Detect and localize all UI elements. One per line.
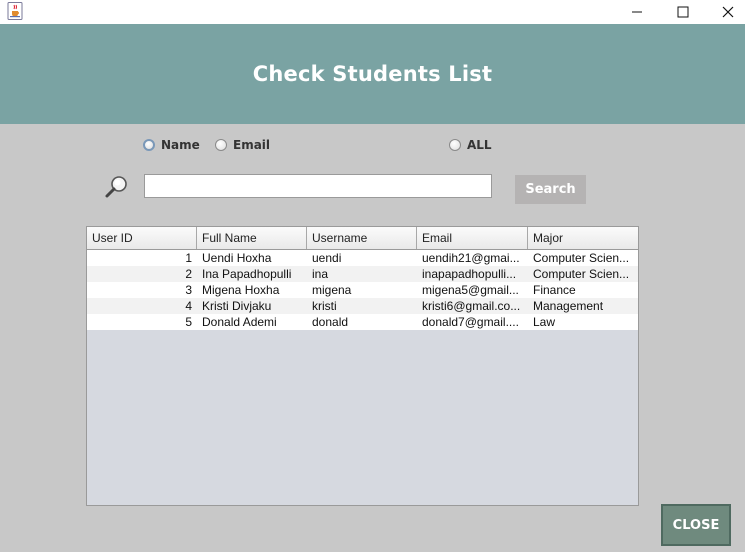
column-header[interactable]: User ID: [87, 227, 197, 249]
cell-username: ina: [312, 267, 329, 281]
table-row[interactable]: 1 Uendi Hoxha uendi uendih21@gmai... Com…: [87, 250, 638, 266]
cell-username: kristi: [312, 299, 337, 313]
filter-email-radio[interactable]: Email: [215, 138, 270, 152]
table-row[interactable]: 2 Ina Papadhopulli ina inapapadhopulli..…: [87, 266, 638, 282]
table-row[interactable]: 5 Donald Ademi donald donald7@gmail.... …: [87, 314, 638, 330]
cell-user-id: 5: [185, 315, 192, 329]
cell-email: migena5@gmail...: [422, 283, 519, 297]
search-icon: [104, 174, 130, 200]
radio-indicator: [215, 139, 227, 151]
column-header[interactable]: Email: [417, 227, 528, 249]
java-app-icon: [7, 2, 23, 20]
filter-all-label: ALL: [467, 138, 492, 152]
table-row[interactable]: 3 Migena Hoxha migena migena5@gmail... F…: [87, 282, 638, 298]
search-button[interactable]: Search: [515, 175, 586, 204]
filter-all-radio[interactable]: ALL: [449, 138, 492, 152]
cell-email: kristi6@gmail.co...: [422, 299, 521, 313]
page-title: Check Students List: [252, 62, 493, 86]
radio-indicator: [143, 139, 155, 151]
table-row[interactable]: 4 Kristi Divjaku kristi kristi6@gmail.co…: [87, 298, 638, 314]
cell-username: donald: [312, 315, 349, 329]
window-titlebar: [0, 0, 745, 24]
column-header[interactable]: Full Name: [197, 227, 307, 249]
column-header[interactable]: Major: [528, 227, 638, 249]
cell-email: uendih21@gmai...: [422, 251, 520, 265]
cell-full-name: Kristi Divjaku: [202, 299, 272, 313]
close-button[interactable]: CLOSE: [661, 504, 731, 546]
filter-name-radio[interactable]: Name: [143, 138, 200, 152]
radio-indicator: [449, 139, 461, 151]
table-header: User ID Full Name Username Email Major: [87, 227, 638, 250]
search-input[interactable]: [144, 174, 492, 198]
filter-email-label: Email: [233, 138, 271, 152]
cell-major: Management: [533, 299, 604, 313]
students-table[interactable]: User ID Full Name Username Email Major 1…: [86, 226, 639, 506]
minimize-button[interactable]: [614, 0, 660, 24]
column-header[interactable]: Username: [307, 227, 417, 249]
cell-user-id: 2: [185, 267, 192, 281]
maximize-icon: [677, 6, 689, 18]
maximize-button[interactable]: [660, 0, 706, 24]
header-banner: Check Students List: [0, 24, 745, 124]
cell-username: uendi: [312, 251, 342, 265]
cell-user-id: 3: [185, 283, 192, 297]
cell-full-name: Uendi Hoxha: [202, 251, 272, 265]
cell-major: Computer Scien...: [533, 251, 630, 265]
cell-user-id: 1: [185, 251, 192, 265]
cell-full-name: Migena Hoxha: [202, 283, 280, 297]
cell-email: inapapadhopulli...: [422, 267, 517, 281]
cell-full-name: Ina Papadhopulli: [202, 267, 292, 281]
cell-major: Finance: [533, 283, 576, 297]
cell-major: Law: [533, 315, 556, 329]
window-close-button[interactable]: [705, 0, 745, 24]
cell-username: migena: [312, 283, 352, 297]
cell-full-name: Donald Ademi: [202, 315, 277, 329]
close-icon: [722, 6, 734, 18]
filter-name-label: Name: [161, 138, 200, 152]
minimize-icon: [632, 11, 642, 13]
cell-email: donald7@gmail....: [422, 315, 519, 329]
cell-major: Computer Scien...: [533, 267, 630, 281]
cell-user-id: 4: [185, 299, 192, 313]
